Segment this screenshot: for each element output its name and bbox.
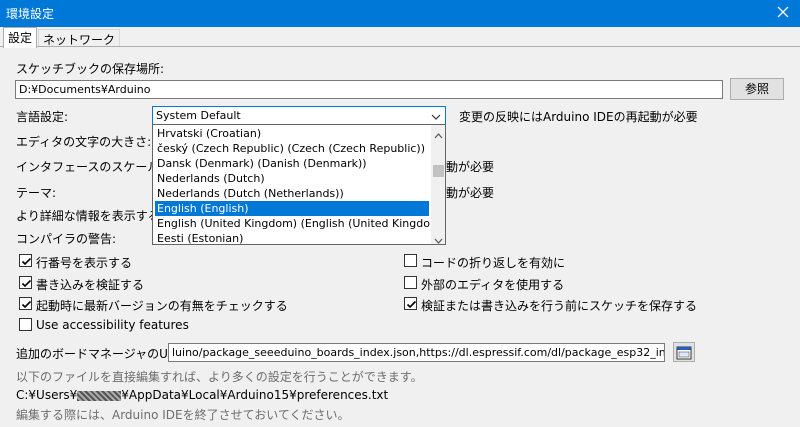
checkbox-line-numbers[interactable]	[19, 254, 32, 267]
language-option[interactable]: Dansk (Denmark) (Danish (Denmark))	[155, 156, 429, 171]
language-option-highlighted[interactable]: English (English)	[155, 201, 429, 216]
interface-scale-note: 動が必要	[446, 160, 495, 174]
theme-note: 動が必要	[446, 186, 495, 200]
language-selected-value: System Default	[156, 109, 241, 122]
board-manager-label: 追加のボードマネージャのURL:	[16, 347, 188, 361]
board-manager-url-input[interactable]: luino/package_seeeduino_boards_index.jso…	[168, 343, 665, 362]
theme-label: テーマ:	[16, 186, 57, 200]
close-icon[interactable]	[774, 3, 792, 21]
chevron-down-icon	[431, 111, 441, 120]
checkbox-code-folding[interactable]	[404, 254, 417, 267]
checkbox-check-updates-label: 起動時に最新バージョンの有無をチェックする	[36, 299, 288, 313]
checkbox-external-editor-label: 外部のエディタを使用する	[421, 278, 565, 292]
check-icon	[21, 257, 32, 266]
check-icon	[21, 279, 32, 288]
checkbox-line-numbers-label: 行番号を表示する	[36, 256, 133, 270]
language-option[interactable]: Nederlands (Dutch (Netherlands))	[155, 186, 429, 201]
checkbox-verify-upload[interactable]	[19, 276, 32, 289]
tab-settings[interactable]: 設定	[3, 27, 38, 48]
scroll-down-icon[interactable]	[434, 233, 443, 244]
checkbox-verify-upload-label: 書き込みを検証する	[36, 278, 145, 292]
checkbox-accessibility-label: Use accessibility features	[36, 318, 189, 332]
language-select[interactable]: System Default	[152, 106, 446, 125]
checkbox-save-before-verify-label: 検証または書き込みを行う前にスケッチを保存する	[421, 299, 698, 313]
edit-urls-button[interactable]	[673, 342, 695, 362]
checkbox-check-updates[interactable]	[19, 297, 32, 310]
language-option[interactable]: český (Czech Republic) (Czech (Czech Rep…	[155, 141, 429, 156]
check-icon	[406, 300, 417, 309]
check-icon	[21, 300, 32, 309]
redacted-username	[77, 390, 122, 401]
language-option[interactable]: Nederlands (Dutch)	[155, 171, 429, 186]
prefs-hint: 以下のファイルを直接編集すれば、より多くの設定を行うことができます。	[16, 370, 423, 384]
language-option[interactable]: Hrvatski (Croatian)	[155, 126, 429, 141]
checkbox-save-before-verify[interactable]	[404, 297, 417, 310]
checkbox-external-editor[interactable]	[404, 276, 417, 289]
tab-network[interactable]: ネットワーク	[38, 29, 121, 47]
title-bar: 環境設定	[0, 0, 800, 27]
editor-font-size-label: エディタの文字の大きさ:	[16, 135, 152, 149]
scrollbar-thumb[interactable]	[433, 165, 444, 177]
language-dropdown-list[interactable]: Hrvatski (Croatian) český (Czech Republi…	[152, 124, 446, 245]
checkbox-accessibility[interactable]	[19, 318, 32, 331]
window-title: 環境設定	[6, 7, 55, 21]
language-option[interactable]: Eesti (Estonian)	[155, 231, 429, 244]
interface-scale-label: インタフェースのスケール:	[16, 160, 164, 174]
language-restart-note: 変更の反映にはArduino IDEの再起動が必要	[459, 110, 698, 124]
dropdown-scrollbar[interactable]	[431, 125, 445, 244]
prefs-note: 編集する際には、Arduino IDEを終了させておいてください。	[16, 408, 350, 422]
scroll-up-icon[interactable]	[434, 128, 443, 142]
verbose-label: より詳細な情報を表示する:	[16, 209, 164, 223]
prefs-path-prefix: C:¥Users¥	[16, 388, 78, 402]
prefs-path[interactable]: C:¥Users¥ ¥AppData¥Local¥Arduino15¥prefer…	[16, 388, 388, 402]
checkbox-code-folding-label: コードの折り返しを有効に	[421, 256, 566, 270]
sketchbook-path-input[interactable]: D:¥Documents¥Arduino	[15, 80, 723, 99]
language-label: 言語設定:	[16, 110, 69, 124]
window-list-icon	[676, 346, 692, 360]
browse-button[interactable]: 参照	[730, 78, 784, 100]
tab-strip: 設定 ネットワーク	[0, 27, 800, 48]
language-option[interactable]: English (United Kingdom) (English (Unite…	[155, 216, 445, 231]
sketchbook-label: スケッチブックの保存場所:	[16, 62, 165, 76]
prefs-path-suffix: ¥AppData¥Local¥Arduino15¥preferences.txt	[121, 388, 389, 402]
compiler-warnings-label: コンパイラの警告:	[16, 232, 117, 246]
